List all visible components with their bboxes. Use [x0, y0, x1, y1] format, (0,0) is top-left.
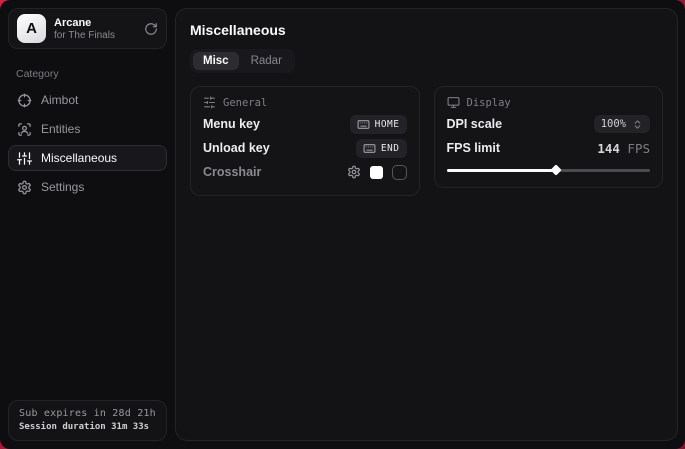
main-panel: Miscellaneous Misc Radar General Menu ke…: [175, 8, 678, 441]
app-logo: A: [17, 14, 46, 43]
refresh-icon[interactable]: [144, 22, 158, 36]
tab-radar[interactable]: Radar: [241, 52, 292, 70]
category-label: Category: [0, 57, 175, 87]
fps-limit-slider[interactable]: [447, 164, 651, 176]
sub-expiry-text: Sub expires in 28d 21h: [19, 408, 156, 419]
crosshair-controls: [347, 165, 407, 180]
tab-bar: Misc Radar: [190, 49, 295, 73]
sidebar: A Arcane for The Finals Category Aimbot: [0, 0, 175, 449]
sidebar-item-entities[interactable]: Entities: [8, 116, 167, 142]
menu-key-value: HOME: [375, 119, 400, 130]
app-name: Arcane: [54, 17, 115, 29]
fps-slider-thumb[interactable]: [551, 164, 562, 175]
crosshair-label: Crosshair: [203, 165, 261, 179]
crosshair-settings-gear-icon[interactable]: [347, 165, 361, 179]
sidebar-nav: Aimbot Entities Miscellaneous Settings: [0, 87, 175, 200]
display-card: Display DPI scale 100% FPS limit 144 FPS: [434, 86, 664, 188]
dpi-scale-select[interactable]: 100%: [594, 115, 650, 133]
sidebar-item-label: Settings: [41, 180, 84, 194]
general-card: General Menu key HOME Unload key: [190, 86, 420, 196]
tab-misc[interactable]: Misc: [193, 52, 239, 70]
sliders-horizontal-icon: [203, 96, 216, 109]
fps-limit-value: 144 FPS: [597, 141, 650, 156]
session-duration-text: Session duration 31m 33s: [19, 422, 156, 432]
subscription-info-box: Sub expires in 28d 21h Session duration …: [8, 400, 167, 441]
keyboard-icon: [363, 142, 376, 155]
crosshair-color-swatch[interactable]: [370, 166, 383, 179]
app-subtitle: for The Finals: [54, 30, 115, 41]
menu-key-label: Menu key: [203, 117, 260, 131]
gear-icon: [17, 180, 32, 195]
crosshair-row: Crosshair: [203, 160, 407, 184]
crosshair-checkbox[interactable]: [392, 165, 407, 180]
app-header: A Arcane for The Finals: [8, 8, 167, 49]
app-window: A Arcane for The Finals Category Aimbot: [0, 0, 685, 449]
page-title: Miscellaneous: [190, 22, 663, 38]
menu-key-row: Menu key HOME: [203, 112, 407, 136]
sliders-vertical-icon: [17, 151, 32, 166]
dpi-scale-row: DPI scale 100%: [447, 112, 651, 136]
general-card-header: General: [203, 96, 407, 109]
general-card-title: General: [223, 97, 267, 109]
sidebar-item-settings[interactable]: Settings: [8, 174, 167, 200]
keyboard-icon: [357, 118, 370, 131]
sidebar-item-label: Aimbot: [41, 93, 78, 107]
app-title-block: Arcane for The Finals: [54, 17, 115, 41]
fps-limit-label: FPS limit: [447, 141, 500, 155]
sidebar-item-miscellaneous[interactable]: Miscellaneous: [8, 145, 167, 171]
cards-row: General Menu key HOME Unload key: [190, 86, 663, 196]
unload-key-row: Unload key END: [203, 136, 407, 160]
sidebar-item-label: Miscellaneous: [41, 151, 117, 165]
display-card-header: Display: [447, 96, 651, 109]
sidebar-item-label: Entities: [41, 122, 80, 136]
sidebar-item-aimbot[interactable]: Aimbot: [8, 87, 167, 113]
display-card-title: Display: [467, 97, 511, 109]
fps-slider-fill: [447, 169, 557, 172]
unload-key-value: END: [381, 143, 400, 154]
crosshair-icon: [17, 93, 32, 108]
monitor-icon: [447, 96, 460, 109]
menu-key-button[interactable]: HOME: [350, 115, 407, 134]
scan-icon: [17, 122, 32, 137]
chevrons-up-down-icon: [632, 119, 643, 130]
dpi-scale-label: DPI scale: [447, 117, 503, 131]
fps-limit-row: FPS limit 144 FPS: [447, 136, 651, 160]
unload-key-button[interactable]: END: [356, 139, 407, 158]
unload-key-label: Unload key: [203, 141, 270, 155]
dpi-scale-value: 100%: [601, 118, 626, 130]
